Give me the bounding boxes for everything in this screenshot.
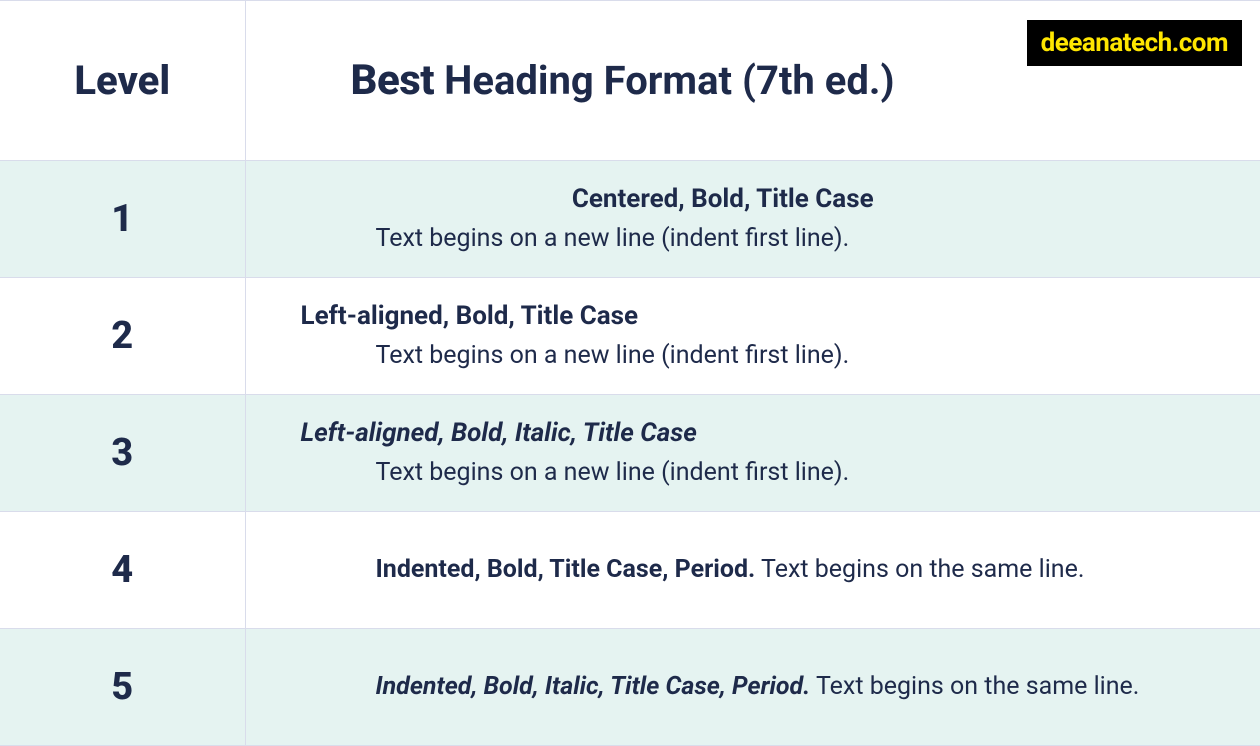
format-description: Indented, Bold, Italic, Title Case, Peri… <box>245 629 1260 746</box>
format-description: Indented, Bold, Title Case, Period. Text… <box>245 512 1260 629</box>
format-text-note: Text begins on the same line. <box>810 672 1139 701</box>
format-description: Centered, Bold, Title Case Text begins o… <box>245 161 1260 278</box>
level-number: 3 <box>0 395 245 512</box>
table-row: 4 Indented, Bold, Title Case, Period. Te… <box>0 512 1260 629</box>
format-text-note: Text begins on the same line. <box>755 555 1084 584</box>
header-level: Level <box>0 1 245 161</box>
level-number: 1 <box>0 161 245 278</box>
table-row: 2 Left-aligned, Bold, Title Case Text be… <box>0 278 1260 395</box>
table-row: 1 Centered, Bold, Title Case Text begins… <box>0 161 1260 278</box>
header-format-best: Best <box>351 56 435 105</box>
format-heading-style: Left-aligned, Bold, Italic, Title Case <box>246 413 1260 453</box>
format-heading-style: Indented, Bold, Italic, Title Case, Peri… <box>376 672 811 701</box>
format-text-note: Text begins on a new line (indent first … <box>246 220 1260 259</box>
format-description: Left-aligned, Bold, Italic, Title Case T… <box>245 395 1260 512</box>
format-heading-style: Indented, Bold, Title Case, Period. <box>376 555 756 584</box>
format-text-note: Text begins on a new line (indent first … <box>246 454 1260 493</box>
format-heading-style: Left-aligned, Bold, Title Case <box>246 296 1260 336</box>
format-heading-style: Centered, Bold, Title Case <box>246 179 1260 219</box>
table-row: 3 Left-aligned, Bold, Italic, Title Case… <box>0 395 1260 512</box>
level-number: 4 <box>0 512 245 629</box>
format-combined-line: Indented, Bold, Title Case, Period. Text… <box>246 551 1260 590</box>
format-description: Left-aligned, Bold, Title Case Text begi… <box>245 278 1260 395</box>
watermark-badge: deeanatech.com <box>1027 20 1242 66</box>
format-text-note: Text begins on a new line (indent first … <box>246 337 1260 376</box>
level-number: 2 <box>0 278 245 395</box>
table-row: 5 Indented, Bold, Italic, Title Case, Pe… <box>0 629 1260 746</box>
format-combined-line: Indented, Bold, Italic, Title Case, Peri… <box>246 668 1260 707</box>
level-number: 5 <box>0 629 245 746</box>
heading-format-table: Level Best Heading Format (7th ed.) 1 Ce… <box>0 0 1260 746</box>
header-format-rest: Heading Format (7th ed.) <box>444 57 894 104</box>
